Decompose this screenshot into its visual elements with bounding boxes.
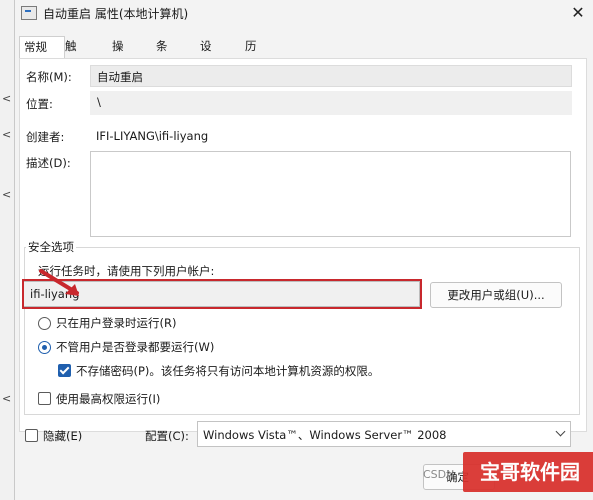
description-field[interactable] xyxy=(90,151,571,237)
tab-settings[interactable]: 设置 xyxy=(198,36,214,73)
task-scheduler-icon xyxy=(21,6,37,20)
no-store-password-checkbox[interactable] xyxy=(58,364,71,377)
tab-history[interactable]: 历史记录(已禁用) xyxy=(243,36,263,173)
run-whether-logged-on-radio[interactable] xyxy=(38,341,51,354)
title-bar: 自动重启 属性(本地计算机) ✕ xyxy=(15,0,593,26)
name-label: 名称(M): xyxy=(26,70,72,84)
configure-for-select[interactable]: Windows Vista™、Windows Server™ 2008 xyxy=(197,421,571,447)
background-window-edge: < < < < xyxy=(0,0,15,500)
run-only-logged-on-radio[interactable] xyxy=(38,317,51,330)
location-field: \ xyxy=(90,91,572,115)
security-options-title: 安全选项 xyxy=(26,239,76,255)
task-properties-dialog: 自动重启 属性(本地计算机) ✕ 常规 触发器 操作 条件 设置 历史记录(已禁… xyxy=(14,0,593,500)
tab-general[interactable]: 常规 xyxy=(19,36,65,59)
tab-conditions[interactable]: 条件 xyxy=(154,36,170,73)
highest-privileges-checkbox[interactable] xyxy=(38,392,51,405)
chevron-down-icon xyxy=(555,426,566,437)
run-whether-logged-on-label[interactable]: 不管用户是否登录都要运行(W) xyxy=(56,339,214,355)
name-value: 自动重启 xyxy=(97,70,143,84)
configure-label: 配置(C): xyxy=(145,429,189,443)
annotation-arrow xyxy=(39,269,79,296)
change-user-button[interactable]: 更改用户或组(U)... xyxy=(430,282,562,308)
tab-actions[interactable]: 操作 xyxy=(110,36,126,73)
site-watermark-logo: 宝哥软件园 xyxy=(463,452,593,492)
configure-value: Windows Vista™、Windows Server™ 2008 xyxy=(203,428,447,442)
chevron-left-icon: < xyxy=(2,92,12,105)
general-tab-panel: 名称(M): 自动重启 位置: \ 创建者: IFI-LIYANG\ifi-li… xyxy=(19,58,587,432)
tab-triggers[interactable]: 触发器 xyxy=(63,36,79,93)
name-field[interactable]: 自动重启 xyxy=(90,65,572,87)
window-title: 自动重启 属性(本地计算机) xyxy=(43,7,189,21)
author-value: IFI-LIYANG\ifi-liyang xyxy=(96,129,209,143)
close-icon[interactable]: ✕ xyxy=(566,2,590,24)
hidden-label[interactable]: 隐藏(E) xyxy=(43,428,82,444)
chevron-left-icon: < xyxy=(2,128,12,141)
author-label: 创建者: xyxy=(26,130,65,144)
highest-privileges-label[interactable]: 使用最高权限运行(I) xyxy=(56,391,160,407)
chevron-left-icon: < xyxy=(2,188,12,201)
csdn-watermark: CSDN xyxy=(423,468,455,481)
chevron-left-icon: < xyxy=(2,392,12,405)
description-label: 描述(D): xyxy=(26,156,71,170)
run-only-logged-on-label[interactable]: 只在用户登录时运行(R) xyxy=(56,315,176,331)
hidden-checkbox[interactable] xyxy=(25,429,38,442)
no-store-password-label[interactable]: 不存储密码(P)。该任务将只有访问本地计算机资源的权限。 xyxy=(76,363,379,379)
location-label: 位置: xyxy=(26,97,53,111)
location-value: \ xyxy=(97,95,101,109)
